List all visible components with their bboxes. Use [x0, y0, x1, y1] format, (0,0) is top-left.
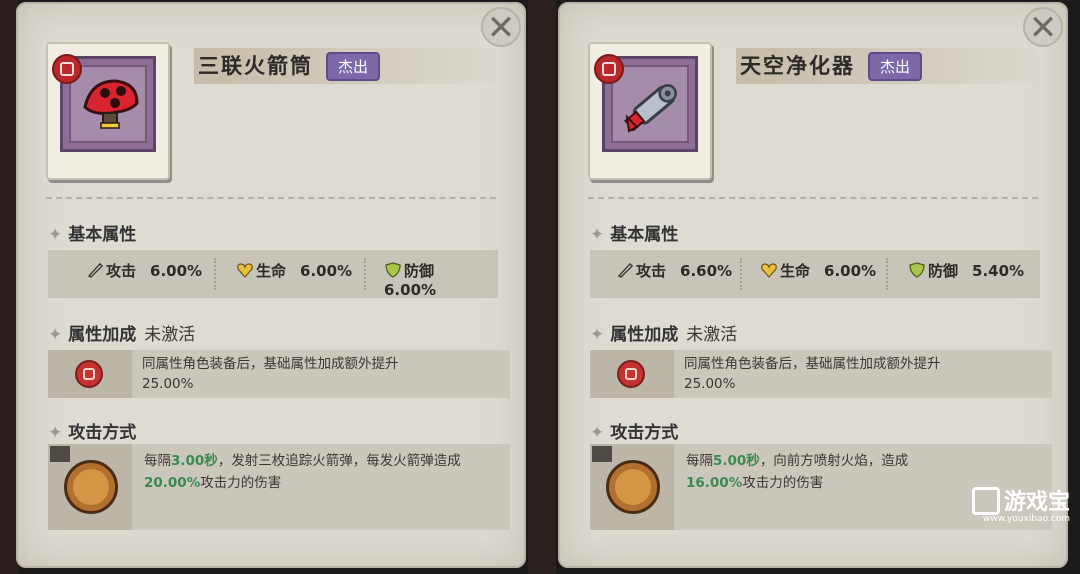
item-card: [588, 42, 712, 180]
item-card: [46, 42, 170, 180]
section-attack-mode: ✦ 攻击方式: [590, 418, 678, 443]
bonus-status: 未激活: [686, 325, 738, 345]
divider: [588, 197, 1038, 199]
stat-defense: 防御6.00%: [384, 261, 437, 299]
section-base-stats: ✦ 基本属性: [48, 220, 136, 245]
section-attribute-bonus: ✦ 属性加成 未激活: [590, 320, 737, 345]
item-detail-panel-1: ✕ 三联火箭筒 杰出 ✦ 基本属性 攻击 6.00% 生命 6.00% 防御6.…: [16, 2, 526, 568]
bonus-description: 同属性角色装备后，基础属性加成额外提升: [684, 356, 941, 372]
element-hex-icon: [617, 360, 645, 388]
attack-description: 每隔3.00秒，发射三枚追踪火箭弹，每发火箭弹造成20.00%攻击力的伤害: [144, 453, 461, 491]
sparkle-icon: ✦: [590, 423, 605, 443]
shield-icon: [908, 261, 926, 279]
watermark: 游戏宝 www.youxibao.com: [971, 484, 1070, 524]
element-badge-icon: [594, 54, 624, 84]
bonus-box: 同属性角色装备后，基础属性加成额外提升 25.00%: [590, 350, 1052, 398]
section-title: 基本属性: [610, 225, 679, 245]
stats-row: 攻击 6.60% 生命 6.00% 防御 5.40%: [590, 250, 1040, 298]
element-badge-icon: [52, 54, 82, 84]
watermark-logo-icon: [971, 487, 1000, 515]
bonus-status: 未激活: [144, 325, 196, 345]
section-attack-mode: ✦ 攻击方式: [48, 418, 136, 443]
stat-hp: 生命 6.00%: [760, 260, 876, 281]
stats-row: 攻击 6.00% 生命 6.00% 防御6.00%: [48, 250, 498, 299]
section-title: 攻击方式: [610, 423, 679, 443]
section-base-stats: ✦ 基本属性: [590, 220, 678, 245]
close-button[interactable]: ✕: [481, 7, 521, 47]
heart-icon: [760, 261, 778, 279]
sparkle-icon: ✦: [48, 225, 63, 245]
section-title: 基本属性: [68, 225, 137, 245]
bonus-description: 同属性角色装备后，基础属性加成额外提升: [142, 356, 399, 372]
shield-icon: [384, 261, 402, 279]
flame-skill-icon: [606, 460, 660, 514]
tag-icon: [50, 446, 70, 462]
sparkle-icon: ✦: [48, 423, 63, 443]
stat-attack: 攻击 6.60%: [616, 260, 732, 281]
attack-box: 每隔3.00秒，发射三枚追踪火箭弹，每发火箭弹造成20.00%攻击力的伤害: [48, 444, 510, 530]
bonus-value: 25.00%: [684, 376, 736, 392]
sparkle-icon: ✦: [590, 325, 605, 345]
sparkle-icon: ✦: [590, 225, 605, 245]
bonus-box: 同属性角色装备后，基础属性加成额外提升 25.00%: [48, 350, 510, 398]
attack-icon: [616, 261, 634, 279]
section-title: 属性加成: [610, 325, 679, 345]
sparkle-icon: ✦: [48, 325, 63, 345]
sky-purifier-icon: [624, 84, 677, 133]
rarity-badge: 杰出: [868, 52, 923, 81]
rocket-skill-icon: [64, 460, 118, 514]
background-gap: [528, 0, 556, 574]
stat-attack: 攻击 6.00%: [86, 260, 202, 281]
stat-defense: 防御 5.40%: [908, 260, 1024, 281]
item-name: 天空净化器: [740, 54, 855, 78]
item-name: 三联火箭筒: [198, 54, 313, 78]
tag-icon: [592, 446, 612, 462]
section-title: 攻击方式: [68, 423, 137, 443]
rocket-launcher-icon: [83, 79, 139, 129]
attack-icon: [86, 261, 104, 279]
divider: [46, 197, 496, 199]
stat-hp: 生命 6.00%: [236, 260, 352, 281]
bonus-value: 25.00%: [142, 376, 194, 392]
section-attribute-bonus: ✦ 属性加成 未激活: [48, 320, 195, 345]
heart-icon: [236, 261, 254, 279]
close-button[interactable]: ✕: [1023, 7, 1063, 47]
element-hex-icon: [75, 360, 103, 388]
rarity-badge: 杰出: [326, 52, 381, 81]
section-title: 属性加成: [68, 325, 137, 345]
